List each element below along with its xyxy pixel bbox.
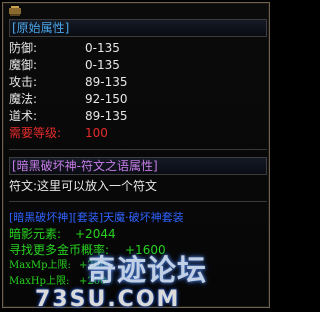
required-level-label: 需要等级: <box>9 126 62 140</box>
stat-value: 89-135 <box>85 75 128 89</box>
rune-attributes-header: [暗黑破坏神-符文之语属性] <box>9 157 267 175</box>
stat-row-attack: 攻击: 89-135 <box>9 73 267 91</box>
stat-row-taoism: 道术: 89-135 <box>9 107 267 125</box>
stat-value: 92-150 <box>85 92 128 106</box>
stat-value: 89-135 <box>85 109 128 123</box>
required-level-value: 100 <box>85 126 108 140</box>
stat-row-magic-defense: 魔御: 0-135 <box>9 56 267 74</box>
set-bonus-value: +200 <box>79 276 107 287</box>
stat-label: 魔御: <box>9 58 38 72</box>
required-level-row: 需要等级: 100 <box>9 124 267 142</box>
stat-row-defense: 防御: 0-135 <box>9 39 267 57</box>
stat-label: 攻击: <box>9 75 38 89</box>
set-bonus-row: MaxHp上限: +200 <box>9 273 267 291</box>
item-type-icon <box>9 6 21 16</box>
set-bonus-label: MaxHp上限: <box>9 276 70 287</box>
stat-value: 0-135 <box>85 58 120 72</box>
stat-label: 防御: <box>9 41 38 55</box>
section-divider <box>9 201 267 202</box>
rune-slot-text: 符文:这里可以放入一个符文 <box>9 179 158 193</box>
stat-row-magic: 魔法: 92-150 <box>9 90 267 108</box>
section-divider <box>9 149 267 150</box>
stat-value: 0-135 <box>85 41 120 55</box>
stat-label: 道术: <box>9 109 38 123</box>
stat-label: 魔法: <box>9 92 38 106</box>
base-attributes-header: [原始属性] <box>9 19 267 37</box>
item-tooltip: [原始属性] 防御: 0-135 魔御: 0-135 攻击: 89-135 魔法… <box>2 2 270 312</box>
